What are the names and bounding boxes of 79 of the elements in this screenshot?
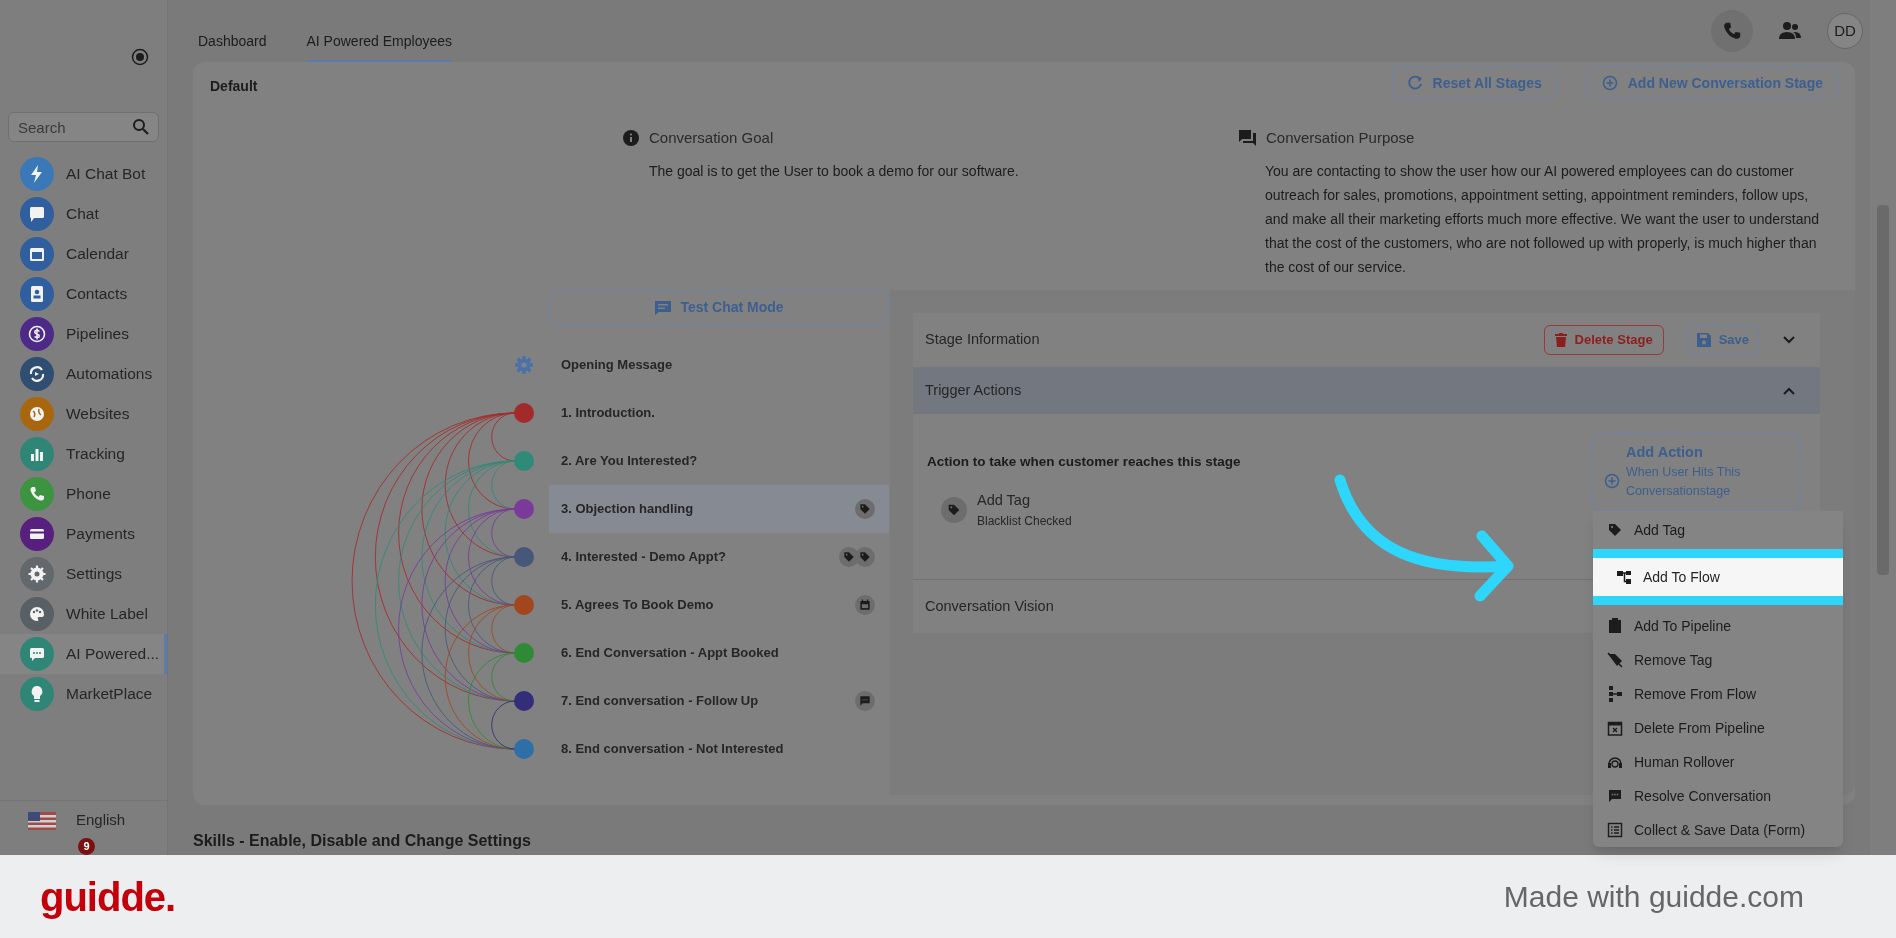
menu-item[interactable]: Collect & Save Data (Form) [1593,813,1843,847]
chat-icon [855,691,875,711]
us-flag-icon [28,811,56,830]
stage-row[interactable]: 5. Agrees To Book Demo [549,581,889,629]
menu-item[interactable]: Remove From Flow [1593,677,1843,711]
menu-item[interactable]: Add To Flow [1593,549,1843,605]
search-field[interactable]: Search [8,112,159,142]
trash-icon [1554,333,1567,347]
people-icon [1778,20,1802,42]
sidebar-item[interactable]: Websites [0,394,167,434]
user-avatar[interactable]: DD [1827,13,1863,49]
sidebar-item[interactable]: Tracking [0,434,167,474]
sidebar-item[interactable]: White Label [0,594,167,634]
sidebar-item[interactable]: Automations [0,354,167,394]
tag-off-icon [1606,651,1624,669]
stage-row[interactable]: 6. End Conversation - Appt Booked [549,629,889,677]
sidebar-item[interactable]: AI Chat Bot [0,154,167,194]
notification-badge: 9 [78,838,95,855]
calendar-x-icon [1606,719,1624,737]
delete-button[interactable]: Delete Stage [1543,325,1664,355]
sidebar-item[interactable]: Payments [0,514,167,554]
brand-logo: guidde. [40,873,176,921]
sidebar-item[interactable]: Settings [0,554,167,594]
card-title: Default [210,77,258,96]
info-icon [623,130,639,147]
tag-icon [855,499,875,519]
clipboard-icon [1606,617,1624,635]
menu-item[interactable]: Resolve Conversation [1593,779,1843,813]
stage-row[interactable]: 7. End conversation - Follow Up [549,677,889,725]
menu-item[interactable]: Add Tag [1593,515,1843,545]
sidebar-item[interactable]: Calendar [0,234,167,274]
credit-text: Made with guidde.com [1503,879,1804,915]
phone-button[interactable] [1711,10,1753,52]
plus-circle-icon [1601,75,1618,91]
phone-icon [1721,20,1743,42]
tag-icon [855,547,875,567]
goal-text: The goal is to get the User to book a demo for our software. [649,161,1020,181]
goal-title: Conversation Goal [649,128,774,148]
chevron-up-icon [1782,385,1796,396]
action-title: Add Tag [977,491,1031,511]
action-prompt: Action to take when customer reaches this stage [927,453,1242,471]
section-heading: Skills - Enable, Disable and Change Settings [193,831,531,851]
tag-icon [1606,521,1624,539]
sidebar-item[interactable]: AI Powered... [0,634,167,674]
tag-icon [839,547,859,567]
menu-item[interactable]: Remove Tag [1593,643,1843,677]
search-icon [132,118,150,136]
section-header[interactable]: Stage Information Delete Stage Save [913,313,1820,367]
menu-item[interactable]: Delete From Pipeline [1593,711,1843,745]
stage-row[interactable]: 8. End conversation - Not Interested [549,725,889,773]
sidebar-item[interactable]: MarketPlace [0,674,167,714]
nav-tab[interactable]: Dashboard [198,0,267,62]
chat-bubbles-icon [1239,130,1256,147]
menu-item[interactable]: Human Rollover [1593,745,1843,779]
purpose-title: Conversation Purpose [1266,128,1415,148]
stage-row[interactable]: 1. Introduction. [549,389,889,437]
stage-row[interactable]: 3. Objection handling [549,485,889,533]
calendar-icon [855,595,875,615]
sidebar-item[interactable]: Chat [0,194,167,234]
list-icon [1606,821,1624,839]
chat-icon [1606,787,1624,805]
action-detail: Blacklist Checked [977,513,1072,530]
sidebar-item[interactable]: Pipelines [0,314,167,354]
section-header[interactable]: Trigger Actions [913,367,1820,414]
stage-row[interactable]: 2. Are You Interested? [549,437,889,485]
radio-icon [131,48,149,66]
plus-circle-icon [1604,472,1620,489]
flow-icon [1606,685,1624,703]
stage-row[interactable]: 4. Interested - Demo Appt? [549,533,889,581]
chevron-down-icon [1782,335,1796,345]
sidebar-item[interactable]: Contacts [0,274,167,314]
tag-icon [941,497,967,524]
purpose-text: You are contacting to show the user how our AI powered employees can do customer outreach for sales, promotions, appointment setting, appointment reminders, follow ups, and make all their marketing efforts much more effective. We want the user to understand that the cost of the customers, who are not followed up with properly, is much higher than the cost of our service. [1265,161,1821,277]
sidebar-item[interactable]: Phone [0,474,167,514]
chat-icon [654,299,673,316]
refresh-icon [1406,75,1423,91]
language-selector[interactable]: English [0,800,167,840]
flow-icon [1615,568,1633,586]
opening-message[interactable]: Opening Message [549,341,889,389]
